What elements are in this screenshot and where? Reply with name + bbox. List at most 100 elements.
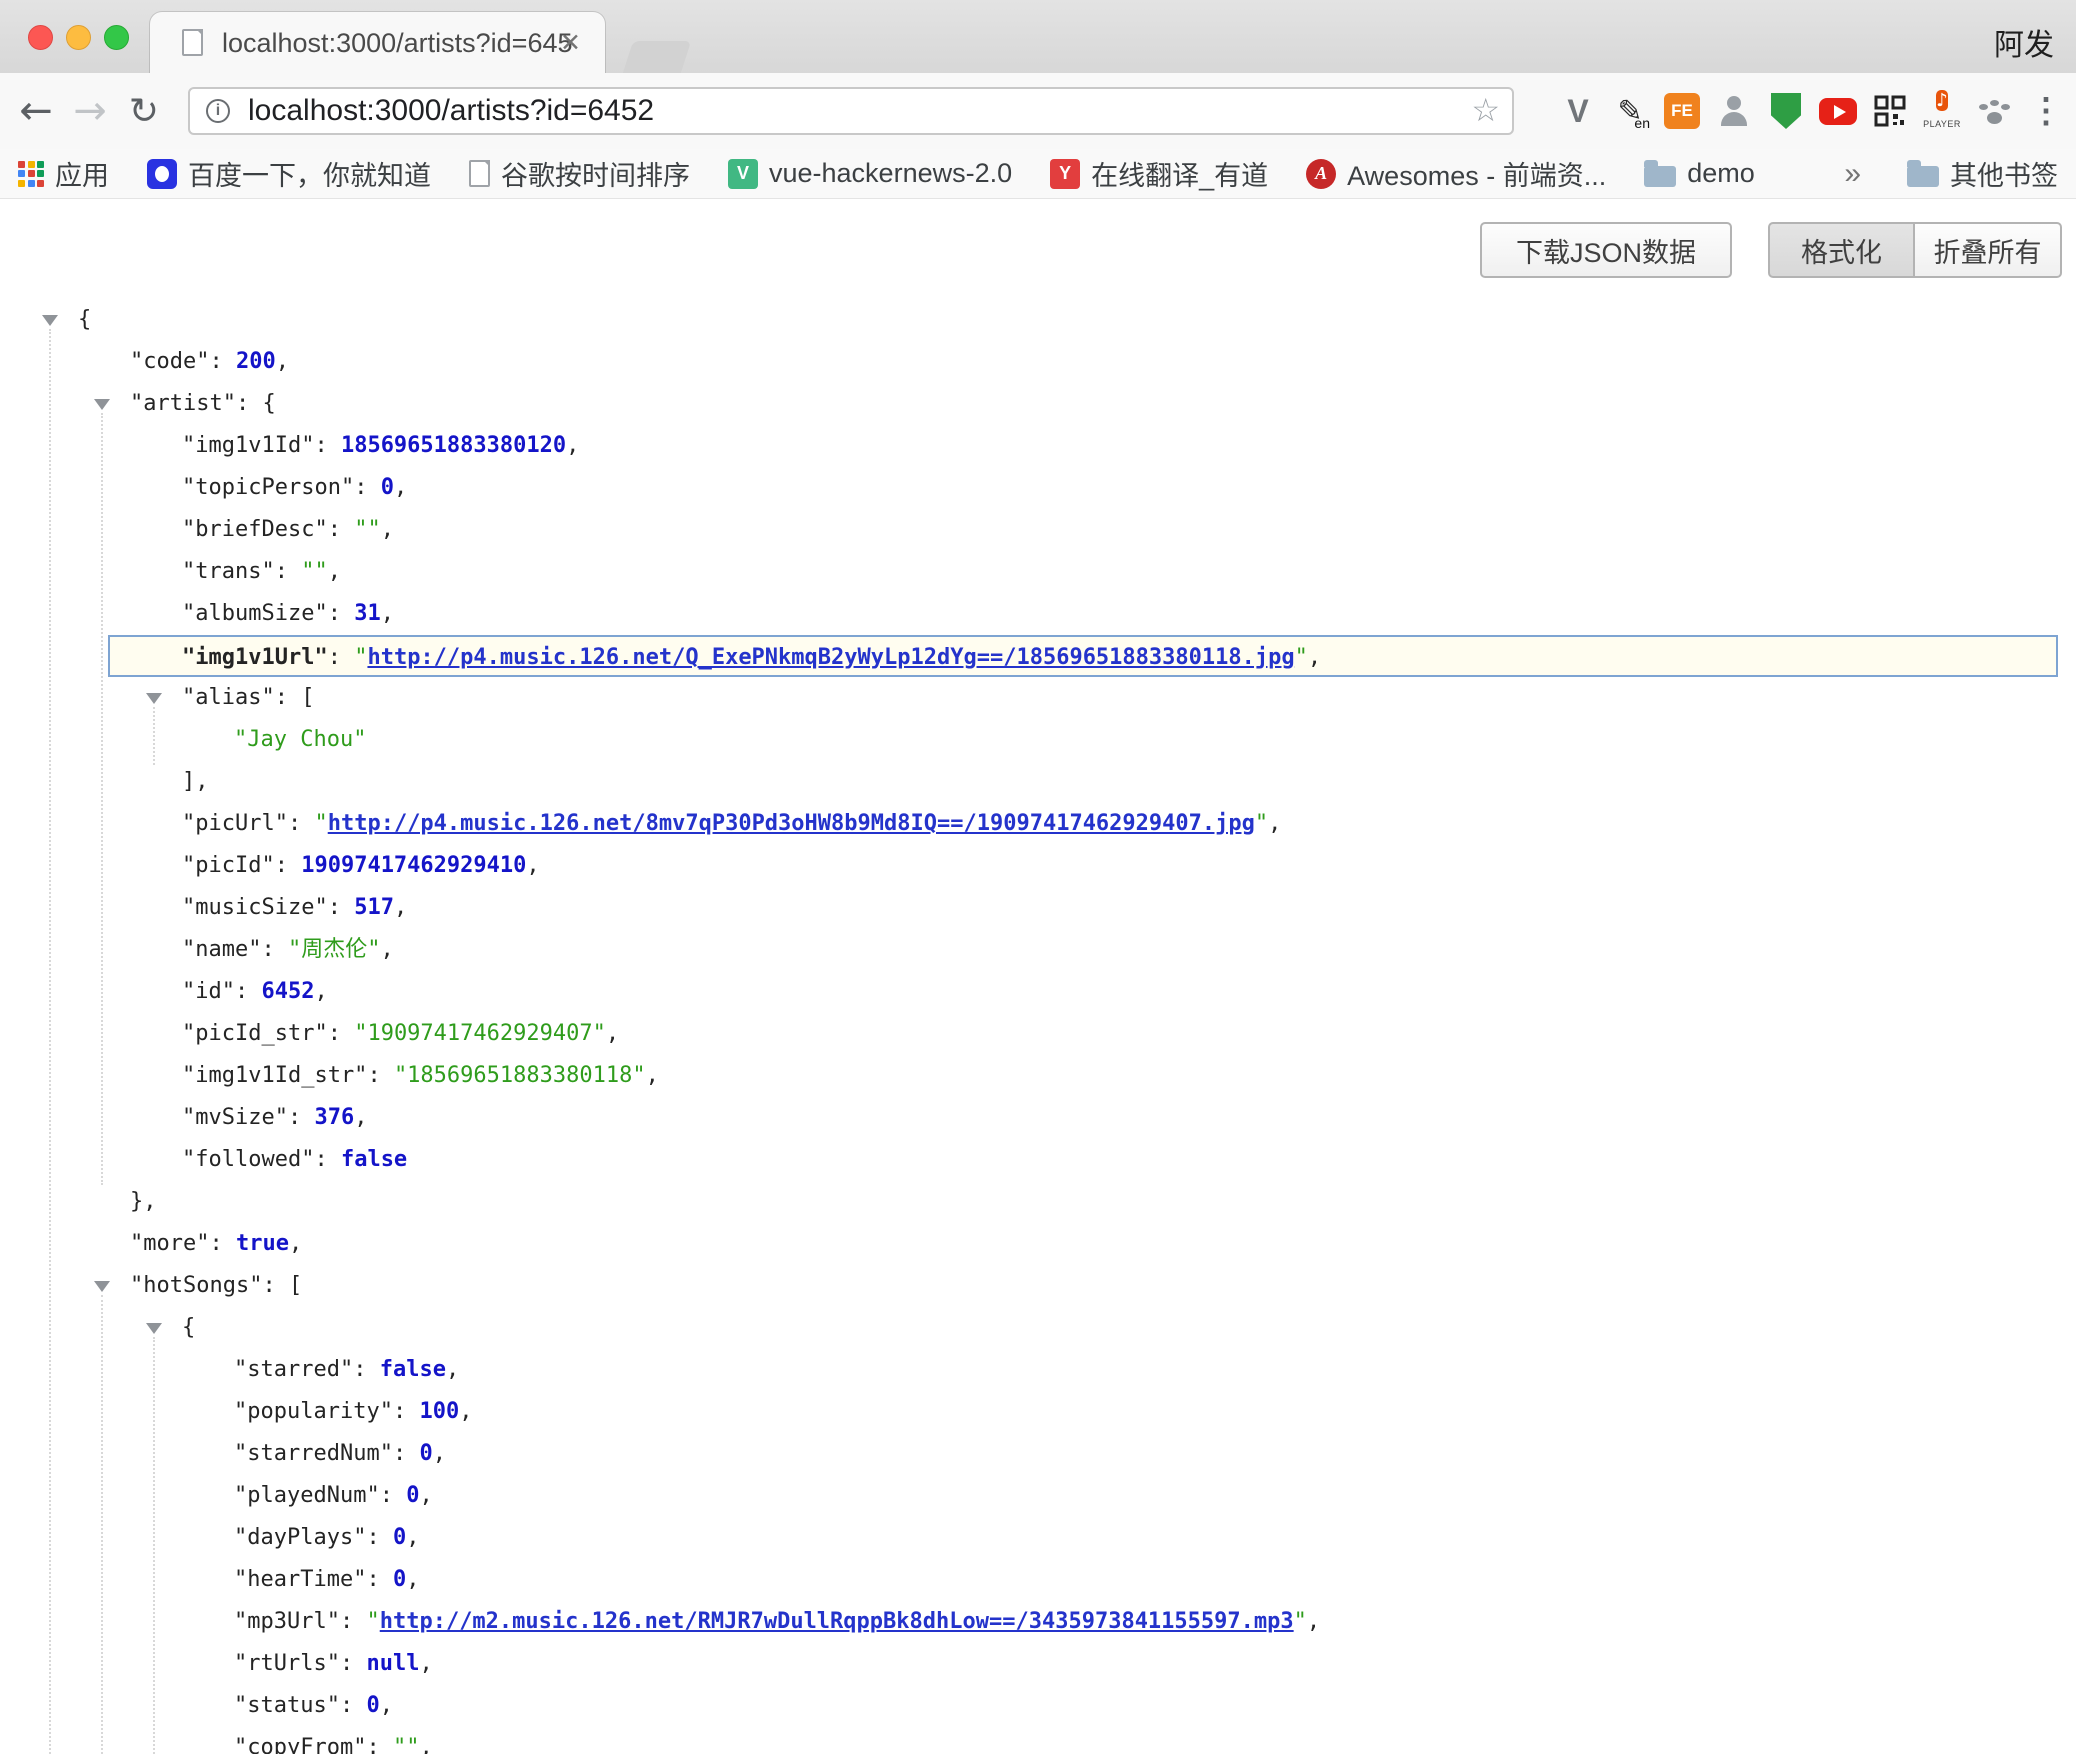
json-token: "status" [234, 1693, 340, 1718]
json-url-link[interactable]: http://p4.music.126.net/8mv7qP30Pd3oHW8b… [328, 811, 1255, 836]
json-token: , [276, 349, 289, 374]
youdao-icon: Y [1050, 159, 1080, 189]
json-token: "topicPerson" [182, 475, 354, 500]
folder-icon [1907, 166, 1939, 187]
json-url-link[interactable]: http://m2.music.126.net/RMJR7wDullRqppBk… [380, 1609, 1294, 1634]
json-line: "id": 6452, [0, 971, 2076, 1013]
browser-window: localhost:3000/artists?id=645 ✕ 阿发 ← → ↻… [0, 0, 2076, 1754]
collapse-caret-icon[interactable] [42, 315, 58, 326]
json-token: { [78, 307, 91, 332]
json-token: false [380, 1357, 446, 1382]
bookmark-youdao-translate[interactable]: Y 在线翻译_有道 [1050, 154, 1268, 193]
bookmark-label: 百度一下，你就知道 [188, 154, 431, 193]
baidu-icon [147, 159, 177, 189]
json-line: "artist": { [0, 383, 2076, 425]
fe-icon: FE [1664, 93, 1700, 129]
json-token: "picId" [182, 853, 275, 878]
json-token: " [1294, 1609, 1307, 1634]
other-bookmarks-folder[interactable]: 其他书签 [1907, 154, 2058, 193]
json-token: : [366, 1567, 393, 1592]
json-token: 6452 [261, 979, 314, 1004]
json-line: "rtUrls": null, [0, 1643, 2076, 1685]
json-token: "img1v1Id" [182, 433, 314, 458]
json-line: "followed": false [0, 1139, 2076, 1181]
json-token: , [1307, 1609, 1320, 1634]
paw-extension-button[interactable] [1972, 83, 2016, 139]
tab-close-icon[interactable]: ✕ [560, 28, 581, 58]
json-token: : [366, 1525, 393, 1550]
bookmark-vue-hackernews[interactable]: V vue-hackernews-2.0 [728, 158, 1012, 189]
view-mode-switch: 格式化 折叠所有 [1768, 222, 2062, 278]
collapse-caret-icon[interactable] [146, 1323, 162, 1334]
minimize-window-button[interactable] [66, 25, 91, 50]
other-bookmarks-label: 其他书签 [1950, 154, 2058, 193]
json-token: 31 [354, 601, 381, 626]
json-token: , [606, 1021, 619, 1046]
json-token: : [353, 1357, 380, 1382]
json-token: "copyFrom" [234, 1735, 366, 1754]
bookmark-baidu[interactable]: 百度一下，你就知道 [147, 154, 431, 193]
download-json-button[interactable]: 下载JSON数据 [1480, 222, 1732, 278]
json-tree: {"code": 200,"artist": {"img1v1Id": 1856… [0, 299, 2076, 1754]
json-line: "hotSongs": [ [0, 1265, 2076, 1307]
json-line: { [0, 299, 2076, 341]
zoom-window-button[interactable] [104, 25, 129, 50]
format-button[interactable]: 格式化 [1768, 222, 1915, 278]
json-line-highlighted: "img1v1Url": "http://p4.music.126.net/Q_… [108, 635, 2058, 677]
json-token: , [459, 1399, 472, 1424]
close-window-button[interactable] [28, 25, 53, 50]
new-tab-button[interactable] [623, 41, 691, 73]
awesomes-icon: A [1306, 159, 1336, 189]
json-token: "name" [182, 937, 261, 962]
json-token: "hearTime" [234, 1567, 366, 1592]
browser-tab[interactable]: localhost:3000/artists?id=645 ✕ [150, 12, 605, 73]
vimium-extension-button[interactable]: V [1556, 83, 1600, 139]
qrcode-extension-button[interactable] [1868, 83, 1912, 139]
json-line: "playedNum": 0, [0, 1475, 2076, 1517]
bookmark-apps[interactable]: 应用 [18, 154, 109, 193]
bookmark-star-icon[interactable]: ☆ [1471, 91, 1500, 129]
page-info-icon[interactable]: i [206, 99, 230, 123]
json-token: "musicSize" [182, 895, 328, 920]
json-token: "img1v1Url" [182, 645, 328, 670]
player-extension-button[interactable]: ♪ PLAYER [1920, 83, 1964, 139]
json-token: : [209, 1231, 236, 1256]
json-line: "img1v1Id_str": "18569651883380118", [0, 1055, 2076, 1097]
json-line: "picUrl": "http://p4.music.126.net/8mv7q… [0, 803, 2076, 845]
collapse-caret-icon[interactable] [94, 1281, 110, 1292]
back-button[interactable]: ← [10, 73, 62, 149]
bookmark-google-sort[interactable]: 谷歌按时间排序 [469, 154, 690, 193]
collapse-all-button[interactable]: 折叠所有 [1915, 222, 2062, 278]
json-token: "popularity" [234, 1399, 393, 1424]
adblock-extension-button[interactable] [1764, 83, 1808, 139]
json-token: : [ [275, 685, 315, 710]
collapse-caret-icon[interactable] [94, 399, 110, 410]
reload-button[interactable]: ↻ [118, 73, 170, 149]
json-token: " [1255, 811, 1268, 836]
proxy-extension-button[interactable] [1712, 83, 1756, 139]
url-bar[interactable]: i localhost:3000/artists?id=6452 ☆ [188, 87, 1514, 135]
profile-name[interactable]: 阿发 [1994, 20, 2054, 64]
json-token: , [1308, 645, 1321, 670]
url-text[interactable]: localhost:3000/artists?id=6452 [248, 89, 654, 133]
navigation-bar: ← → ↻ i localhost:3000/artists?id=6452 ☆… [0, 73, 2076, 149]
json-token: ], [182, 769, 209, 794]
translate-extension-button[interactable]: ✎en [1608, 83, 1652, 139]
bookmark-awesomes[interactable]: A Awesomes - 前端资... [1306, 154, 1606, 193]
json-token: "19097417462929407" [354, 1021, 606, 1046]
json-url-link[interactable]: http://p4.music.126.net/Q_ExePNkmqB2yWyL… [367, 645, 1294, 670]
chrome-menu-button[interactable]: ⋮ [2024, 83, 2068, 139]
video-extension-button[interactable] [1816, 83, 1860, 139]
fe-extension-button[interactable]: FE [1660, 83, 1704, 139]
player-icon-label: PLAYER [1923, 119, 1961, 129]
json-token: : [328, 895, 355, 920]
json-token: "Jay Chou" [234, 727, 366, 752]
json-token: " [354, 645, 367, 670]
bookmark-demo-folder[interactable]: demo [1644, 158, 1755, 189]
json-token: "playedNum" [234, 1483, 380, 1508]
json-token: "alias" [182, 685, 275, 710]
bookmarks-overflow-chevron-icon[interactable]: » [1844, 157, 1861, 191]
collapse-caret-icon[interactable] [146, 693, 162, 704]
json-token: : [ [262, 1273, 302, 1298]
json-token: , [354, 1105, 367, 1130]
